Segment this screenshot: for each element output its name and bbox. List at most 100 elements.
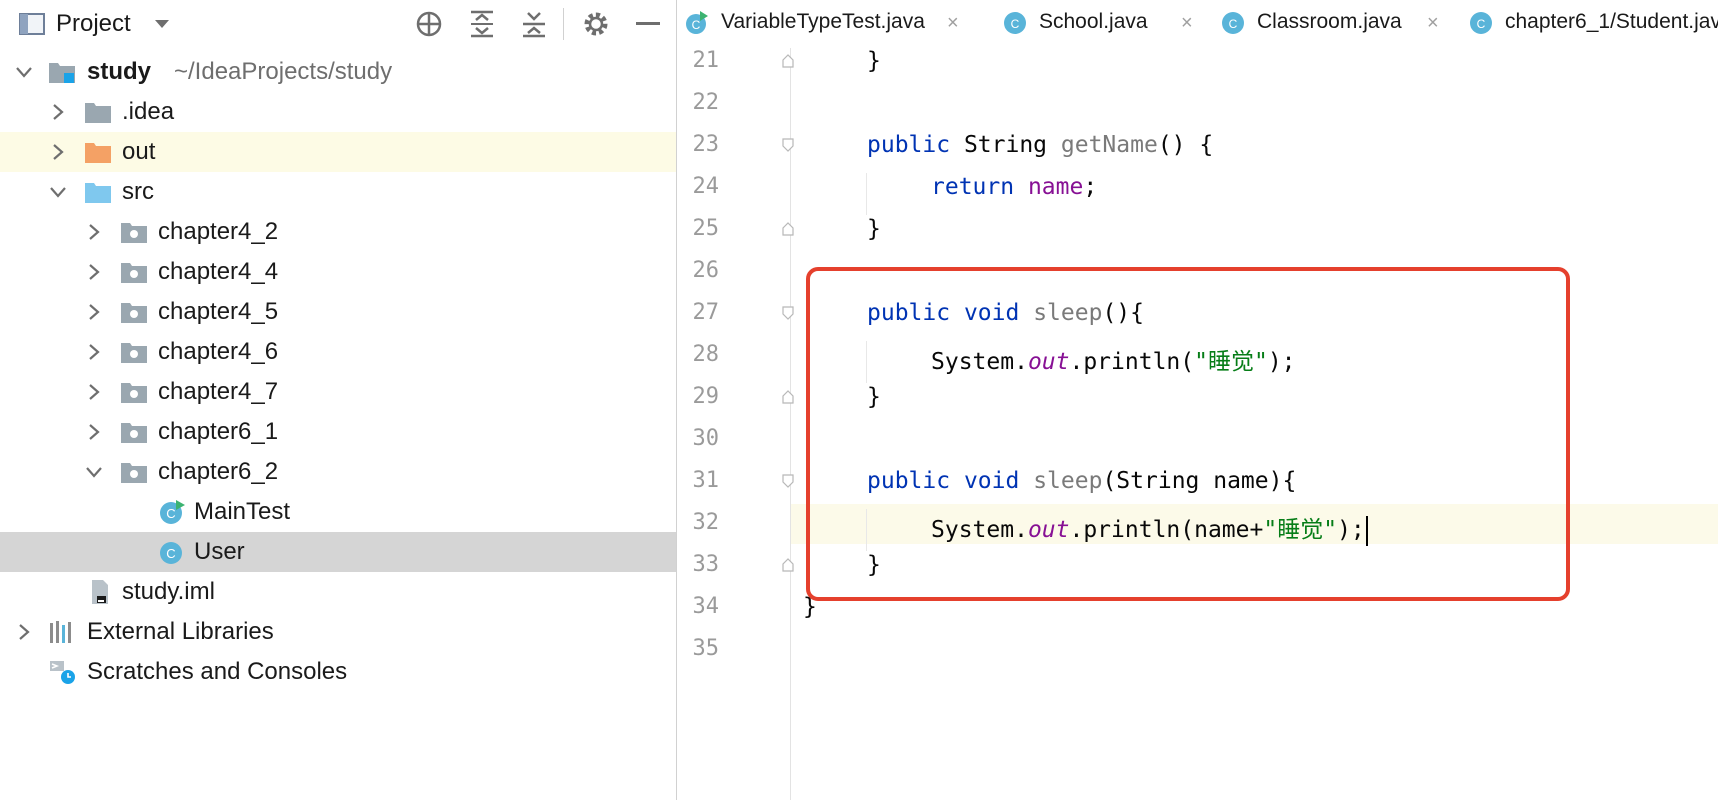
tab-student[interactable]: C chapter6_1/Student.java (1461, 0, 1718, 48)
close-icon[interactable]: × (1181, 12, 1193, 35)
tree-item-out[interactable]: out (0, 132, 676, 172)
chevron-right-icon[interactable] (84, 302, 104, 322)
fold-end-icon[interactable] (781, 54, 795, 68)
code-keyword: public (867, 132, 951, 158)
chevron-down-icon[interactable] (48, 182, 68, 202)
tree-item-chapter4-6[interactable]: chapter4_6 (0, 332, 676, 372)
code-token: String (950, 132, 1061, 158)
tree-item-chapter6-2[interactable]: chapter6_2 (0, 452, 676, 492)
tab-label: chapter6_1/Student.java (1505, 10, 1718, 33)
locate-file-icon[interactable] (413, 8, 445, 40)
code-line-23: public String getName() { (867, 132, 1213, 158)
tree-item-study-iml[interactable]: study.iml (0, 572, 676, 612)
svg-text:C: C (166, 506, 175, 521)
chevron-right-icon[interactable] (84, 382, 104, 402)
tree-item-scratches[interactable]: Scratches and Consoles (0, 652, 676, 692)
package-icon (121, 423, 147, 443)
expand-all-icon[interactable] (466, 8, 498, 40)
svg-text:C: C (1477, 17, 1486, 31)
fold-start-icon[interactable] (781, 138, 795, 152)
fold-end-icon[interactable] (781, 222, 795, 236)
code-method-name: getName (1060, 132, 1158, 158)
tab-variabletypetest[interactable]: C VariableTypeTest.java × (677, 0, 967, 48)
tree-item-chapter4-2[interactable]: chapter4_2 (0, 212, 676, 252)
tree-item-chapter4-4[interactable]: chapter4_4 (0, 252, 676, 292)
tree-item-user[interactable]: C User (0, 532, 676, 572)
tree-item-label: .idea (122, 98, 175, 125)
chevron-down-icon[interactable] (14, 62, 34, 82)
collapse-all-icon[interactable] (518, 8, 550, 40)
fold-end-icon[interactable] (781, 390, 795, 404)
tab-label: VariableTypeTest.java (721, 10, 925, 33)
line-number: 25 (692, 216, 720, 241)
line-number: 26 (692, 258, 720, 283)
tree-item-src[interactable]: src (0, 172, 676, 212)
project-panel-title[interactable]: Project (56, 10, 131, 38)
chevron-right-icon[interactable] (48, 102, 68, 122)
dropdown-arrow-icon[interactable] (146, 8, 178, 40)
gear-icon[interactable] (580, 8, 612, 40)
runnable-class-icon: C (160, 500, 185, 524)
tab-label: Classroom.java (1257, 10, 1402, 33)
project-view-icon[interactable] (16, 8, 48, 40)
line-number: 28 (692, 342, 720, 367)
svg-text:C: C (692, 18, 701, 32)
chevron-right-icon[interactable] (84, 262, 104, 282)
tree-item-label: chapter4_4 (158, 258, 279, 285)
tree-item-label: User (194, 538, 245, 565)
chevron-right-icon[interactable] (84, 222, 104, 242)
annotation-highlight-box (806, 267, 1570, 601)
tree-item-study[interactable]: study ~/IdeaProjects/study (0, 52, 676, 92)
line-number: 24 (692, 174, 720, 199)
tab-classroom[interactable]: C Classroom.java × (1213, 0, 1443, 48)
tree-item-label: MainTest (194, 498, 291, 525)
tree-item-label: chapter4_5 (158, 298, 279, 325)
runnable-class-icon: C (686, 11, 708, 34)
line-number: 22 (692, 90, 720, 115)
indent-guide (866, 173, 867, 215)
chevron-down-icon[interactable] (84, 462, 104, 482)
chevron-right-icon[interactable] (84, 422, 104, 442)
iml-file-icon (92, 580, 108, 604)
line-number: 31 (692, 468, 720, 493)
fold-end-icon[interactable] (781, 558, 795, 572)
fold-start-icon[interactable] (781, 474, 795, 488)
tab-school[interactable]: C School.java × (995, 0, 1195, 48)
class-icon: C (160, 542, 182, 564)
tree-item-path: ~/IdeaProjects/study (174, 58, 393, 85)
code-line-25: } (867, 216, 881, 242)
line-number: 27 (692, 300, 720, 325)
code-token: ; (1083, 174, 1098, 200)
code-line-24: return name; (931, 174, 1097, 200)
close-icon[interactable]: × (1427, 12, 1439, 35)
line-number-gutter: 21 22 23 24 25 26 27 28 29 30 31 32 33 3… (677, 48, 791, 800)
libraries-icon (50, 621, 71, 643)
chevron-right-icon[interactable] (14, 622, 34, 642)
tree-item-chapter4-5[interactable]: chapter4_5 (0, 292, 676, 332)
line-number: 34 (692, 594, 720, 619)
tree-item-chapter6-1[interactable]: chapter6_1 (0, 412, 676, 452)
tree-item-idea[interactable]: .idea (0, 92, 676, 132)
project-tool-window: Project study ~/IdeaProjects/study .idea… (0, 0, 677, 800)
chevron-right-icon[interactable] (84, 342, 104, 362)
close-icon[interactable]: × (947, 12, 959, 35)
package-icon (121, 463, 147, 483)
tree-item-label: chapter6_2 (158, 458, 279, 485)
tree-item-maintest[interactable]: C MainTest (0, 492, 676, 532)
fold-start-icon[interactable] (781, 306, 795, 320)
package-icon (121, 223, 147, 243)
line-number: 29 (692, 384, 720, 409)
code-token: () { (1157, 132, 1214, 158)
editor-tab-bar: C VariableTypeTest.java × C School.java … (677, 0, 1718, 48)
hide-panel-icon[interactable] (632, 8, 664, 40)
tree-item-label: src (122, 178, 154, 205)
tree-item-chapter4-7[interactable]: chapter4_7 (0, 372, 676, 412)
chevron-right-icon[interactable] (48, 142, 68, 162)
svg-text:C: C (1011, 17, 1020, 31)
header-divider (563, 8, 564, 40)
tree-item-label: External Libraries (87, 618, 274, 645)
excluded-folder-icon (85, 143, 111, 163)
tree-item-external-libraries[interactable]: External Libraries (0, 612, 676, 652)
tree-item-label: study (87, 58, 152, 85)
code-token: } (867, 48, 881, 74)
